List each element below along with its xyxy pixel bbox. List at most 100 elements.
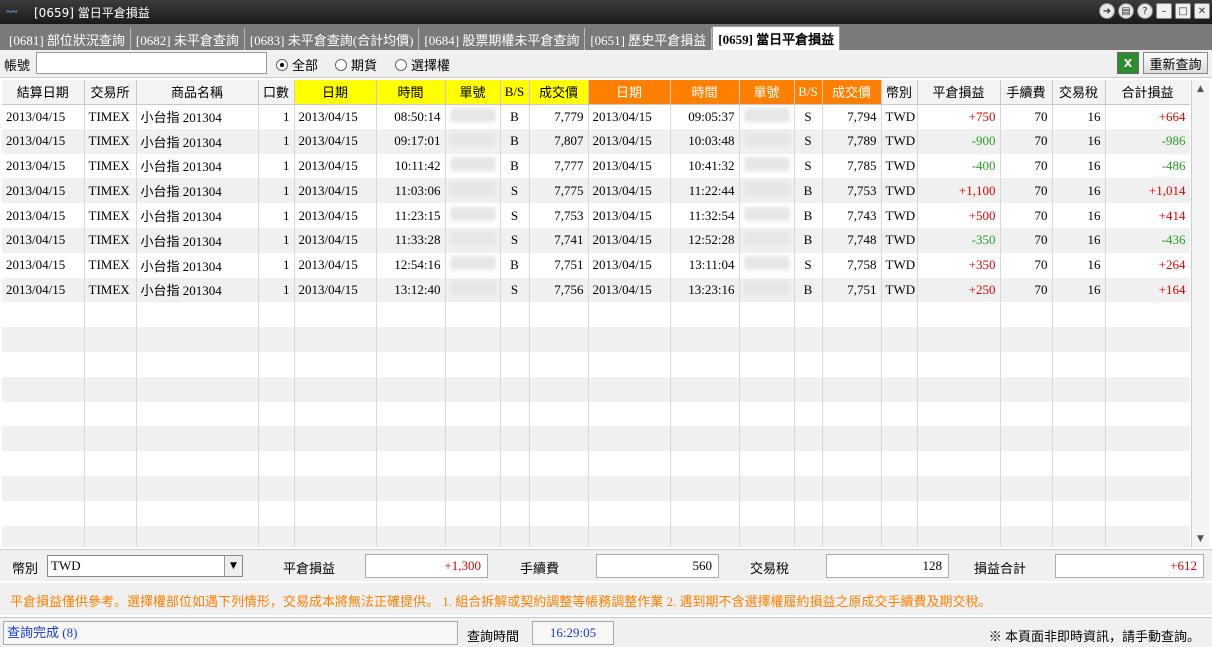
- close-bs-cell: [794, 401, 823, 427]
- table-row[interactable]: [2, 401, 1190, 427]
- table-row[interactable]: [2, 500, 1190, 526]
- pnl-cell: [917, 426, 1001, 452]
- table-row[interactable]: 2013/04/15 TIMEX 小台指 201304 1 2013/04/15 12:5…: [2, 252, 1190, 278]
- print-icon[interactable]: ▤: [1118, 3, 1134, 19]
- results-grid: 結算日期 交易所 商品名稱 口數 日期 時間 單號 B/S 成交價 日期 時間 …: [2, 80, 1190, 547]
- col-header[interactable]: 成交價: [529, 80, 589, 105]
- col-header[interactable]: 幣別: [881, 80, 918, 105]
- col-header[interactable]: B/S: [794, 80, 823, 105]
- open-time-cell: 11:33:28: [376, 227, 446, 253]
- table-row[interactable]: [2, 302, 1190, 328]
- close-icon[interactable]: ✕: [1194, 3, 1210, 19]
- col-header[interactable]: 成交價: [822, 80, 882, 105]
- table-row[interactable]: 2013/04/15 TIMEX 小台指 201304 1 2013/04/15 11:2…: [2, 203, 1190, 228]
- tab-0684[interactable]: [0684] 股票期權未平倉查詢: [419, 28, 586, 50]
- open-date-cell: [294, 525, 377, 547]
- table-row[interactable]: [2, 351, 1190, 377]
- vertical-scrollbar[interactable]: ▲ ▼: [1191, 80, 1209, 547]
- table-row[interactable]: [2, 426, 1190, 452]
- net-pnl-cell: [1105, 376, 1190, 402]
- tab-0683[interactable]: [0683] 未平倉查詢(合計均價): [245, 28, 420, 50]
- net-pnl-cell: [1105, 426, 1190, 452]
- open-price-cell: [529, 451, 589, 476]
- col-header[interactable]: 商品名稱: [136, 80, 259, 105]
- exchange-cell: TIMEX: [84, 277, 137, 303]
- col-header[interactable]: 單號: [739, 80, 795, 105]
- table-row[interactable]: 2013/04/15 TIMEX 小台指 201304 1 2013/04/15 08:5…: [2, 104, 1190, 129]
- col-header[interactable]: 交易稅: [1052, 80, 1106, 105]
- col-header[interactable]: 日期: [294, 80, 377, 105]
- total-label: 損益合計: [974, 561, 1027, 576]
- net-pnl-cell: [1105, 475, 1190, 501]
- table-row[interactable]: [2, 451, 1190, 476]
- settle-date-cell: [2, 475, 85, 501]
- help-icon[interactable]: ?: [1137, 3, 1153, 19]
- col-header[interactable]: 日期: [588, 80, 671, 105]
- tab-0682[interactable]: [0682] 未平倉查詢: [131, 28, 245, 50]
- tab-0681[interactable]: [0681] 部位狀況查詢: [4, 28, 131, 50]
- table-row[interactable]: [2, 525, 1190, 547]
- table-row[interactable]: [2, 475, 1190, 501]
- pnl-cell: +1,100: [917, 178, 1001, 204]
- col-header[interactable]: 時間: [670, 80, 740, 105]
- tax-cell: 16: [1052, 252, 1106, 278]
- radio-all[interactable]: 全部: [276, 55, 318, 74]
- tab-0651[interactable]: [0651] 歷史平倉損益: [585, 28, 713, 50]
- open-bs-cell: B: [500, 128, 530, 154]
- currency-cell: [881, 525, 918, 547]
- detach-icon[interactable]: ➜: [1099, 3, 1115, 19]
- open-order-cell: [445, 426, 501, 452]
- exchange-cell: TIMEX: [84, 178, 137, 204]
- col-header[interactable]: 交易所: [84, 80, 137, 105]
- col-header[interactable]: 單號: [445, 80, 501, 105]
- results-table: 結算日期 交易所 商品名稱 口數 日期 時間 單號 B/S 成交價 日期 時間 …: [2, 80, 1190, 547]
- fee-cell: [1000, 327, 1053, 352]
- close-price-cell: [822, 302, 882, 328]
- minimize-icon[interactable]: –: [1156, 3, 1172, 19]
- radio-futures[interactable]: 期貨: [335, 55, 377, 74]
- radio-options[interactable]: 選擇權: [395, 55, 450, 74]
- account-input[interactable]: [36, 52, 267, 74]
- close-bs-cell: B: [794, 203, 823, 228]
- table-row[interactable]: 2013/04/15 TIMEX 小台指 201304 1 2013/04/15 13:1…: [2, 277, 1190, 303]
- fee-cell: [1000, 500, 1053, 526]
- excel-export-icon[interactable]: X: [1117, 52, 1139, 74]
- col-header[interactable]: 時間: [376, 80, 446, 105]
- open-time-cell: 11:03:06: [376, 178, 446, 204]
- col-header[interactable]: 手續費: [1000, 80, 1053, 105]
- maximize-icon[interactable]: □: [1175, 3, 1191, 19]
- col-header[interactable]: 結算日期: [2, 80, 85, 105]
- qty-cell: [258, 451, 295, 476]
- col-header[interactable]: B/S: [500, 80, 530, 105]
- table-row[interactable]: [2, 376, 1190, 402]
- table-row[interactable]: [2, 327, 1190, 352]
- col-header[interactable]: 合計損益: [1105, 80, 1190, 105]
- radio-futures-indicator[interactable]: [335, 58, 347, 71]
- chevron-down-icon[interactable]: ▼: [224, 556, 242, 576]
- table-row[interactable]: 2013/04/15 TIMEX 小台指 201304 1 2013/04/15 09:1…: [2, 128, 1190, 154]
- tab-0659[interactable]: [0659] 當日平倉損益: [712, 26, 841, 50]
- scroll-down-icon[interactable]: ▼: [1192, 530, 1209, 547]
- open-date-cell: 2013/04/15: [294, 104, 377, 129]
- currency-select[interactable]: TWD ▼: [47, 555, 243, 577]
- tax-cell: [1052, 351, 1106, 377]
- radio-all-indicator[interactable]: [276, 58, 288, 71]
- net-pnl-cell: +164: [1105, 277, 1190, 303]
- open-bs-cell: [500, 376, 530, 402]
- product-cell: [136, 475, 259, 501]
- close-date-cell: [588, 426, 671, 452]
- close-date-cell: 2013/04/15: [588, 153, 671, 179]
- qty-cell: 1: [258, 178, 295, 204]
- table-row[interactable]: 2013/04/15 TIMEX 小台指 201304 1 2013/04/15 10:1…: [2, 153, 1190, 179]
- col-header[interactable]: 平倉損益: [917, 80, 1001, 105]
- col-header[interactable]: 口數: [258, 80, 295, 105]
- table-row[interactable]: 2013/04/15 TIMEX 小台指 201304 1 2013/04/15 11:3…: [2, 227, 1190, 253]
- open-price-cell: [529, 525, 589, 547]
- radio-options-indicator[interactable]: [395, 58, 407, 71]
- table-row[interactable]: 2013/04/15 TIMEX 小台指 201304 1 2013/04/15 11:0…: [2, 178, 1190, 204]
- requery-button[interactable]: 重新查詢: [1143, 52, 1208, 74]
- currency-cell: TWD: [881, 178, 918, 204]
- scroll-up-icon[interactable]: ▲: [1192, 80, 1209, 97]
- open-bs-cell: B: [500, 252, 530, 278]
- exchange-cell: [84, 426, 137, 452]
